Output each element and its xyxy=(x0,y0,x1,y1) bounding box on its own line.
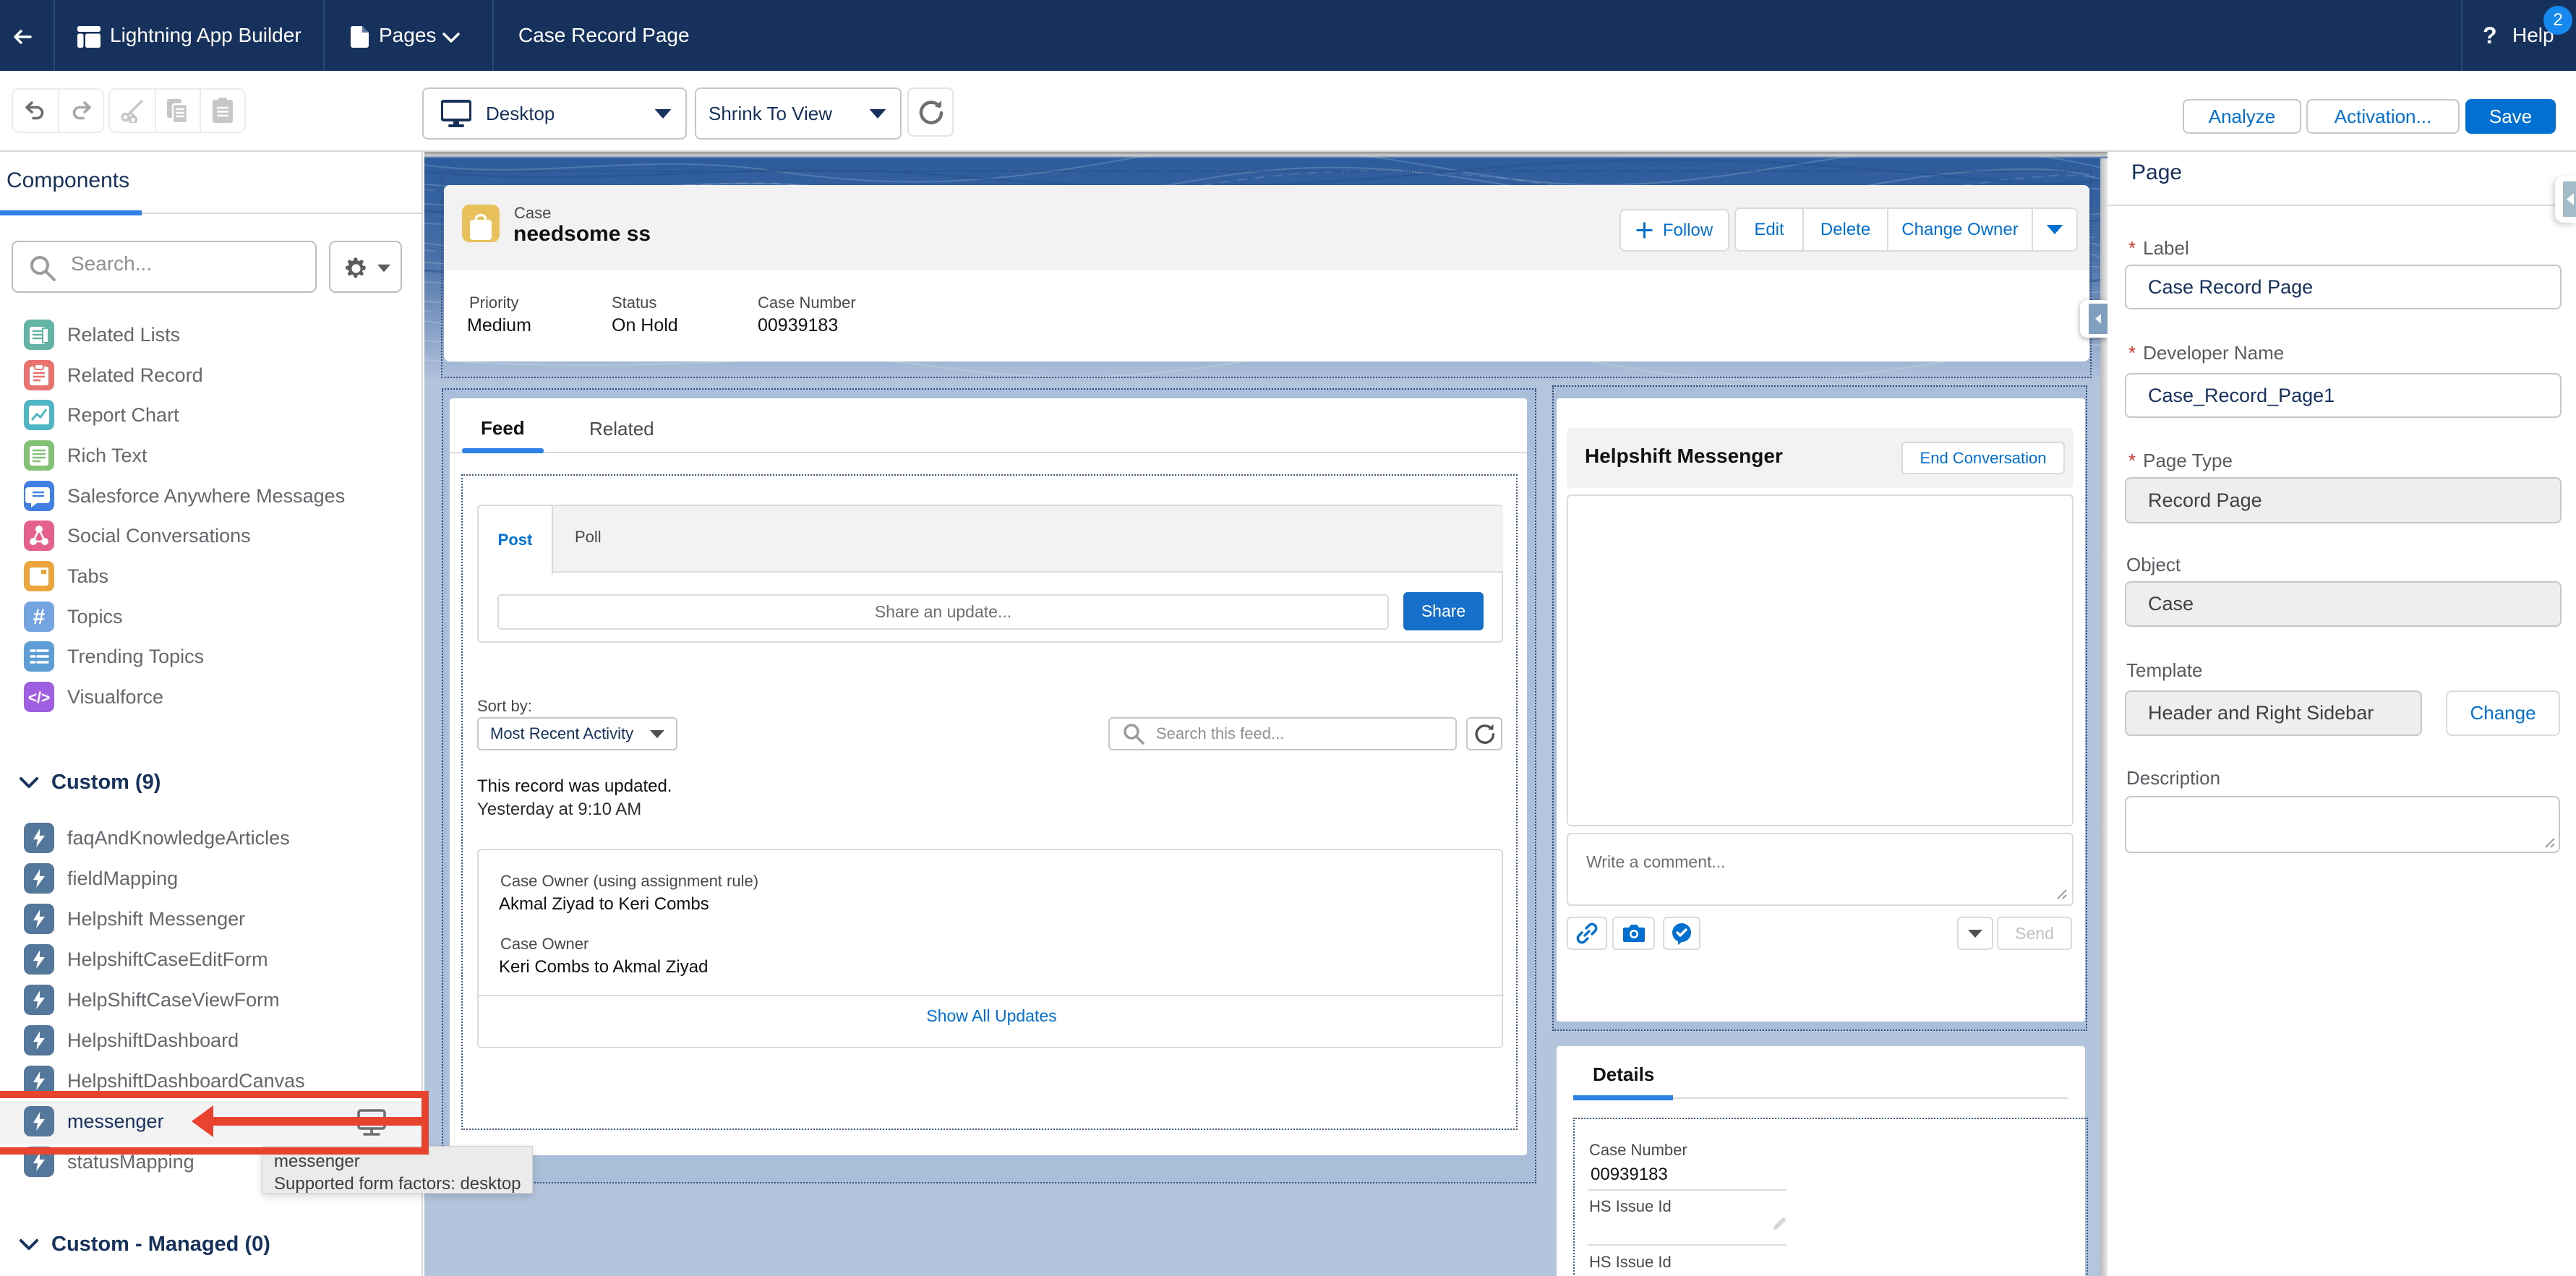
svg-text:#: # xyxy=(33,605,46,629)
svg-text:</>: </> xyxy=(28,690,50,706)
